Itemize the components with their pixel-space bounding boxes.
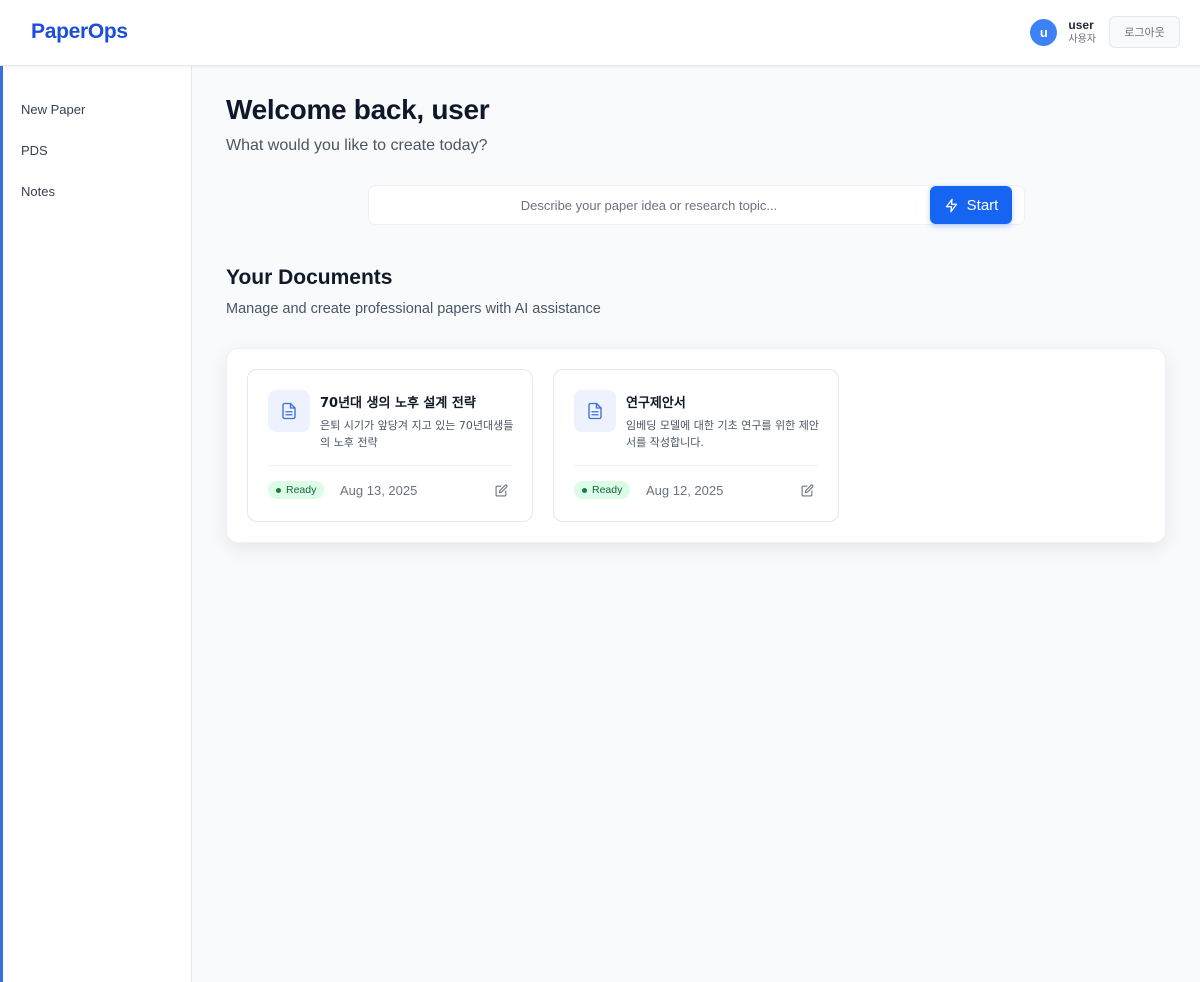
- status-badge: Ready: [574, 481, 631, 499]
- top-header: PaperOps u user 사용자 로그아웃: [0, 0, 1200, 66]
- logout-button[interactable]: 로그아웃: [1109, 16, 1180, 48]
- document-description: 임베딩 모델에 대한 기초 연구를 위한 제안서를 작성합니다.: [626, 419, 820, 449]
- start-button-label: Start: [966, 196, 999, 214]
- card-divider: [574, 465, 818, 466]
- document-description: 은퇴 시기가 앞당겨 지고 있는 70년대생들의 노후 전략: [320, 419, 514, 449]
- user-info: user 사용자: [1068, 18, 1096, 46]
- status-dot: [582, 487, 587, 493]
- edit-icon: [495, 483, 508, 496]
- app-logo[interactable]: PaperOps: [31, 20, 128, 44]
- document-date: Aug 12, 2025: [646, 483, 724, 498]
- document-date: Aug 13, 2025: [340, 483, 418, 498]
- document-card[interactable]: 연구제안서 임베딩 모델에 대한 기초 연구를 위한 제안서를 작성합니다. R…: [553, 369, 839, 522]
- lightning-icon: [945, 198, 957, 212]
- documents-title: Your Documents: [226, 266, 393, 289]
- start-button[interactable]: Start: [930, 186, 1012, 224]
- document-title: 70년대 생의 노후 설계 전략: [320, 396, 476, 411]
- idea-search-box: Start: [368, 185, 1025, 225]
- user-role: 사용자: [1068, 34, 1096, 45]
- documents-panel: 70년대 생의 노후 설계 전략 은퇴 시기가 앞당겨 지고 있는 70년대생들…: [226, 348, 1166, 543]
- sidebar: New Paper PDS Notes: [0, 66, 192, 982]
- sidebar-item-notes[interactable]: Notes: [21, 184, 55, 199]
- edit-button[interactable]: [800, 483, 814, 497]
- card-divider: [268, 465, 512, 466]
- idea-input[interactable]: [369, 186, 929, 224]
- sidebar-item-new-paper[interactable]: New Paper: [21, 102, 85, 117]
- main-content: Welcome back, user What would you like t…: [192, 66, 1200, 982]
- sidebar-item-pds[interactable]: PDS: [21, 143, 48, 158]
- status-badge: Ready: [268, 481, 325, 499]
- avatar[interactable]: u: [1030, 18, 1058, 46]
- status-label: Ready: [286, 484, 317, 496]
- edit-icon: [801, 483, 814, 496]
- document-icon: [574, 390, 616, 432]
- document-icon: [268, 390, 310, 432]
- user-menu: u user 사용자 로그아웃: [1030, 16, 1180, 48]
- edit-button[interactable]: [494, 483, 508, 497]
- page-subtitle: What would you like to create today?: [226, 137, 488, 154]
- user-name: user: [1068, 18, 1094, 32]
- status-label: Ready: [592, 484, 623, 496]
- document-card[interactable]: 70년대 생의 노후 설계 전략 은퇴 시기가 앞당겨 지고 있는 70년대생들…: [247, 369, 533, 522]
- documents-subtitle: Manage and create professional papers wi…: [226, 301, 601, 317]
- page-title: Welcome back, user: [226, 94, 490, 125]
- document-title: 연구제안서: [626, 396, 686, 411]
- status-dot: [276, 487, 281, 493]
